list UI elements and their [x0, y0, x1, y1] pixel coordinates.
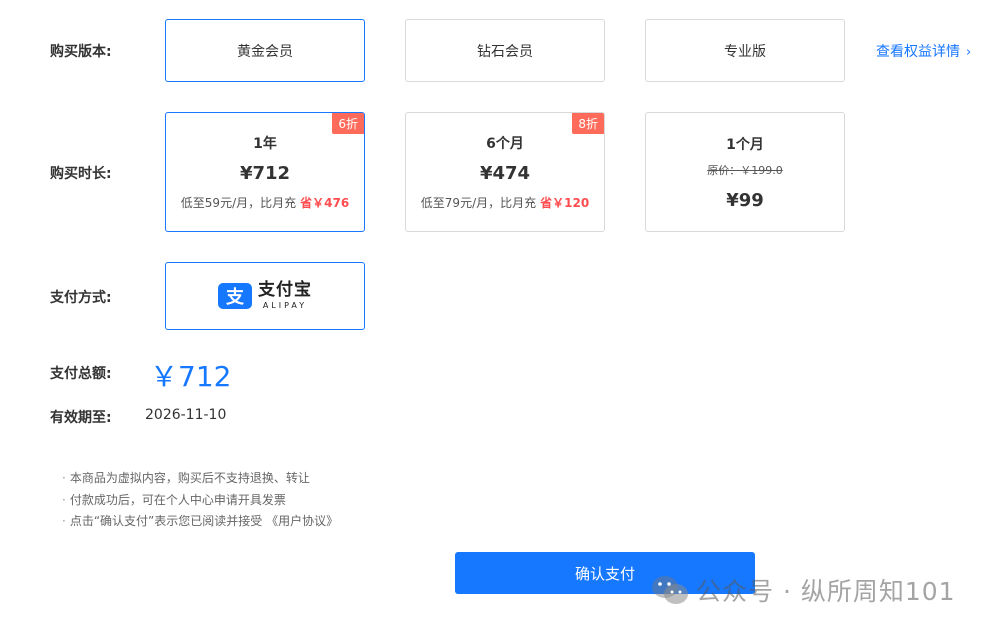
duration-option-1-month[interactable]: 1个月 原价：￥199.0 ¥99: [645, 112, 845, 232]
duration-option-6-months[interactable]: 8折 6个月 ¥474 低至79元/月，比月充 省￥120: [405, 112, 605, 232]
duration-period: 6个月: [486, 136, 524, 152]
duration-note: 低至79元/月，比月充 省￥120: [421, 194, 589, 211]
duration-note: 低至59元/月，比月充 省￥476: [181, 194, 349, 211]
note-item: 本商品为虚拟内容，购买后不支持退换、转让: [62, 470, 338, 492]
savings-text: 省￥120: [540, 196, 590, 210]
version-label: 购买版本:: [50, 44, 112, 60]
duration-period: 1个月: [726, 136, 764, 153]
expiry-date: 2026-11-10: [145, 407, 227, 423]
note-item: 付款成功后，可在个人中心申请开具发票: [62, 492, 338, 514]
duration-price: ¥712: [239, 163, 291, 184]
duration-period: 1年: [253, 136, 277, 152]
savings-text: 省￥476: [300, 196, 350, 210]
version-option-diamond[interactable]: 钻石会员: [405, 19, 605, 82]
total-label: 支付总额:: [50, 366, 112, 382]
version-option-label: 钻石会员: [477, 43, 533, 60]
alipay-logo: 支 支付宝 ALIPAY: [218, 282, 312, 310]
watermark-text: 公众号 · 纵所周知101: [696, 577, 956, 606]
chevron-right-icon: ›: [966, 45, 972, 60]
purchase-notes: 本商品为虚拟内容，购买后不支持退换、转让 付款成功后，可在个人中心申请开具发票 …: [62, 470, 338, 535]
version-option-label: 专业版: [724, 43, 766, 60]
original-price: 原价：￥199.0: [707, 163, 783, 177]
alipay-icon: 支: [218, 283, 252, 309]
discount-badge: 8折: [572, 113, 604, 134]
expiry-label: 有效期至:: [50, 410, 112, 426]
note-item: 点击“确认支付”表示您已阅读并接受 《用户协议》: [62, 513, 338, 535]
wechat-icon: [652, 576, 688, 604]
alipay-name-en: ALIPAY: [262, 301, 308, 310]
view-benefits-label: 查看权益详情: [876, 44, 960, 60]
view-benefits-link[interactable]: 查看权益详情 ›: [876, 41, 971, 61]
total-amount: ￥712: [150, 360, 232, 393]
monthly-compare-text: 低至59元/月，比月充: [180, 196, 297, 210]
duration-price: ¥99: [726, 189, 764, 211]
duration-price: ¥474: [479, 163, 531, 184]
version-option-pro[interactable]: 专业版: [645, 19, 845, 82]
alipay-name-cn: 支付宝: [258, 280, 312, 300]
duration-label: 购买时长:: [50, 166, 112, 182]
discount-badge: 6折: [332, 113, 364, 134]
version-option-label: 黄金会员: [237, 43, 293, 60]
version-option-gold[interactable]: 黄金会员: [165, 19, 365, 82]
payment-option-alipay[interactable]: 支 支付宝 ALIPAY: [165, 262, 365, 330]
payment-label: 支付方式:: [50, 290, 112, 306]
duration-option-1-year[interactable]: 6折 1年 ¥712 低至59元/月，比月充 省￥476: [165, 112, 365, 232]
monthly-compare-text: 低至79元/月，比月充: [420, 196, 537, 210]
watermark: 公众号 · 纵所周知101: [650, 572, 956, 608]
